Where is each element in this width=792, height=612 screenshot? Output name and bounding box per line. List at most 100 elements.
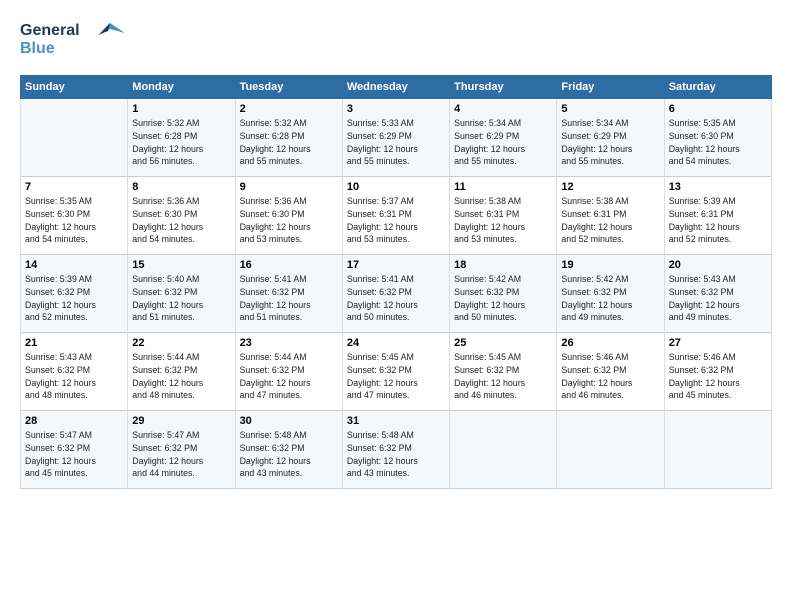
week-row-5: 28 Sunrise: 5:47 AM Sunset: 6:32 PM Dayli… bbox=[21, 411, 772, 489]
week-row-2: 7 Sunrise: 5:35 AM Sunset: 6:30 PM Daylig… bbox=[21, 177, 772, 255]
day-number: 28 bbox=[25, 415, 123, 427]
day-info: Sunrise: 5:40 AM Sunset: 6:32 PM Dayligh… bbox=[132, 273, 230, 324]
calendar-cell: 6Sunrise: 5:35 AM Sunset: 6:30 PM Daylig… bbox=[664, 99, 771, 177]
day-number: 29 bbox=[132, 415, 230, 427]
day-number: 11 bbox=[454, 181, 552, 193]
day-info: Sunrise: 5:45 AM Sunset: 6:32 PM Dayligh… bbox=[347, 351, 445, 402]
day-info: Sunrise: 5:48 AM Sunset: 6:32 PM Dayligh… bbox=[240, 429, 338, 480]
day-number: 7 bbox=[25, 181, 123, 193]
day-number: 18 bbox=[454, 259, 552, 271]
day-number: 8 bbox=[132, 181, 230, 193]
day-info: Sunrise: 5:44 AM Sunset: 6:32 PM Dayligh… bbox=[240, 351, 338, 402]
day-info: Sunrise: 5:41 AM Sunset: 6:32 PM Dayligh… bbox=[240, 273, 338, 324]
day-info: Sunrise: 5:34 AM Sunset: 6:29 PM Dayligh… bbox=[561, 117, 659, 168]
day-number: 25 bbox=[454, 337, 552, 349]
day-info: Sunrise: 5:46 AM Sunset: 6:32 PM Dayligh… bbox=[669, 351, 767, 402]
day-header-sunday: Sunday bbox=[21, 76, 128, 99]
day-info: Sunrise: 5:39 AM Sunset: 6:31 PM Dayligh… bbox=[669, 195, 767, 246]
calendar-cell: 16 Sunrise: 5:41 AM Sunset: 6:32 PM Dayli… bbox=[235, 255, 342, 333]
calendar-cell: 3Sunrise: 5:33 AM Sunset: 6:29 PM Daylig… bbox=[342, 99, 449, 177]
day-info: Sunrise: 5:48 AM Sunset: 6:32 PM Dayligh… bbox=[347, 429, 445, 480]
day-header-monday: Monday bbox=[128, 76, 235, 99]
day-info: Sunrise: 5:45 AM Sunset: 6:32 PM Dayligh… bbox=[454, 351, 552, 402]
day-number: 16 bbox=[240, 259, 338, 271]
week-row-3: 14 Sunrise: 5:39 AM Sunset: 6:32 PM Dayli… bbox=[21, 255, 772, 333]
calendar-cell: 7 Sunrise: 5:35 AM Sunset: 6:30 PM Daylig… bbox=[21, 177, 128, 255]
logo-svg: General Blue bbox=[20, 15, 125, 60]
day-number: 13 bbox=[669, 181, 767, 193]
day-number: 31 bbox=[347, 415, 445, 427]
calendar-cell: 20Sunrise: 5:43 AM Sunset: 6:32 PM Dayli… bbox=[664, 255, 771, 333]
day-number: 17 bbox=[347, 259, 445, 271]
day-info: Sunrise: 5:32 AM Sunset: 6:28 PM Dayligh… bbox=[132, 117, 230, 168]
day-number: 14 bbox=[25, 259, 123, 271]
day-number: 10 bbox=[347, 181, 445, 193]
calendar-cell bbox=[664, 411, 771, 489]
day-info: Sunrise: 5:44 AM Sunset: 6:32 PM Dayligh… bbox=[132, 351, 230, 402]
day-info: Sunrise: 5:42 AM Sunset: 6:32 PM Dayligh… bbox=[454, 273, 552, 324]
day-info: Sunrise: 5:47 AM Sunset: 6:32 PM Dayligh… bbox=[132, 429, 230, 480]
calendar-cell: 19Sunrise: 5:42 AM Sunset: 6:32 PM Dayli… bbox=[557, 255, 664, 333]
calendar-cell bbox=[450, 411, 557, 489]
day-info: Sunrise: 5:37 AM Sunset: 6:31 PM Dayligh… bbox=[347, 195, 445, 246]
day-info: Sunrise: 5:47 AM Sunset: 6:32 PM Dayligh… bbox=[25, 429, 123, 480]
calendar-cell: 4 Sunrise: 5:34 AM Sunset: 6:29 PM Daylig… bbox=[450, 99, 557, 177]
calendar-cell: 25 Sunrise: 5:45 AM Sunset: 6:32 PM Dayli… bbox=[450, 333, 557, 411]
calendar-cell: 9 Sunrise: 5:36 AM Sunset: 6:30 PM Daylig… bbox=[235, 177, 342, 255]
header: General Blue bbox=[20, 15, 772, 65]
day-number: 9 bbox=[240, 181, 338, 193]
day-number: 22 bbox=[132, 337, 230, 349]
calendar-cell: 12 Sunrise: 5:38 AM Sunset: 6:31 PM Dayli… bbox=[557, 177, 664, 255]
day-info: Sunrise: 5:32 AM Sunset: 6:28 PM Dayligh… bbox=[240, 117, 338, 168]
day-info: Sunrise: 5:33 AM Sunset: 6:29 PM Dayligh… bbox=[347, 117, 445, 168]
calendar-cell: 21Sunrise: 5:43 AM Sunset: 6:32 PM Dayli… bbox=[21, 333, 128, 411]
calendar-cell: 28 Sunrise: 5:47 AM Sunset: 6:32 PM Dayli… bbox=[21, 411, 128, 489]
day-info: Sunrise: 5:38 AM Sunset: 6:31 PM Dayligh… bbox=[561, 195, 659, 246]
calendar-cell: 23 Sunrise: 5:44 AM Sunset: 6:32 PM Dayli… bbox=[235, 333, 342, 411]
calendar-cell: 31 Sunrise: 5:48 AM Sunset: 6:32 PM Dayli… bbox=[342, 411, 449, 489]
day-info: Sunrise: 5:43 AM Sunset: 6:32 PM Dayligh… bbox=[25, 351, 123, 402]
day-info: Sunrise: 5:41 AM Sunset: 6:32 PM Dayligh… bbox=[347, 273, 445, 324]
calendar-cell: 2 Sunrise: 5:32 AM Sunset: 6:28 PM Daylig… bbox=[235, 99, 342, 177]
week-row-4: 21Sunrise: 5:43 AM Sunset: 6:32 PM Dayli… bbox=[21, 333, 772, 411]
day-header-friday: Friday bbox=[557, 76, 664, 99]
day-info: Sunrise: 5:34 AM Sunset: 6:29 PM Dayligh… bbox=[454, 117, 552, 168]
calendar-cell: 10 Sunrise: 5:37 AM Sunset: 6:31 PM Dayli… bbox=[342, 177, 449, 255]
day-info: Sunrise: 5:42 AM Sunset: 6:32 PM Dayligh… bbox=[561, 273, 659, 324]
day-number: 24 bbox=[347, 337, 445, 349]
day-info: Sunrise: 5:39 AM Sunset: 6:32 PM Dayligh… bbox=[25, 273, 123, 324]
calendar-cell: 29 Sunrise: 5:47 AM Sunset: 6:32 PM Dayli… bbox=[128, 411, 235, 489]
calendar-cell: 17 Sunrise: 5:41 AM Sunset: 6:32 PM Dayli… bbox=[342, 255, 449, 333]
day-number: 15 bbox=[132, 259, 230, 271]
day-header-wednesday: Wednesday bbox=[342, 76, 449, 99]
day-number: 27 bbox=[669, 337, 767, 349]
day-number: 5 bbox=[561, 103, 659, 115]
day-info: Sunrise: 5:36 AM Sunset: 6:30 PM Dayligh… bbox=[240, 195, 338, 246]
header-row: SundayMondayTuesdayWednesdayThursdayFrid… bbox=[21, 76, 772, 99]
day-number: 2 bbox=[240, 103, 338, 115]
day-info: Sunrise: 5:35 AM Sunset: 6:30 PM Dayligh… bbox=[25, 195, 123, 246]
day-number: 6 bbox=[669, 103, 767, 115]
calendar-cell: 24 Sunrise: 5:45 AM Sunset: 6:32 PM Dayli… bbox=[342, 333, 449, 411]
svg-text:Blue: Blue bbox=[20, 40, 55, 57]
svg-text:General: General bbox=[20, 22, 80, 39]
calendar-cell: 30 Sunrise: 5:48 AM Sunset: 6:32 PM Dayli… bbox=[235, 411, 342, 489]
calendar-table: SundayMondayTuesdayWednesdayThursdayFrid… bbox=[20, 75, 772, 489]
day-number: 4 bbox=[454, 103, 552, 115]
day-number: 1 bbox=[132, 103, 230, 115]
day-header-tuesday: Tuesday bbox=[235, 76, 342, 99]
day-number: 23 bbox=[240, 337, 338, 349]
calendar-cell: 27 Sunrise: 5:46 AM Sunset: 6:32 PM Dayli… bbox=[664, 333, 771, 411]
day-number: 12 bbox=[561, 181, 659, 193]
logo: General Blue bbox=[20, 15, 125, 65]
calendar-cell: 1 Sunrise: 5:32 AM Sunset: 6:28 PM Daylig… bbox=[128, 99, 235, 177]
day-number: 30 bbox=[240, 415, 338, 427]
day-info: Sunrise: 5:43 AM Sunset: 6:32 PM Dayligh… bbox=[669, 273, 767, 324]
calendar-cell: 11Sunrise: 5:38 AM Sunset: 6:31 PM Dayli… bbox=[450, 177, 557, 255]
day-number: 26 bbox=[561, 337, 659, 349]
page: General Blue SundayMondayTuesdayWednesda… bbox=[0, 0, 792, 612]
day-header-saturday: Saturday bbox=[664, 76, 771, 99]
calendar-cell: 5 Sunrise: 5:34 AM Sunset: 6:29 PM Daylig… bbox=[557, 99, 664, 177]
calendar-cell: 26Sunrise: 5:46 AM Sunset: 6:32 PM Dayli… bbox=[557, 333, 664, 411]
day-header-thursday: Thursday bbox=[450, 76, 557, 99]
